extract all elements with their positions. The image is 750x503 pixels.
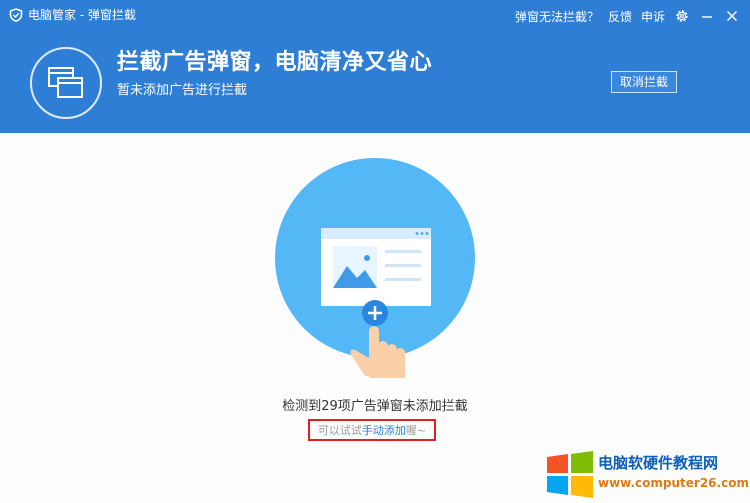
titlebar-actions: 弹窗无法拦截？ 反馈 申诉 bbox=[515, 6, 740, 26]
status-subline: 暂未添加广告进行拦截 bbox=[117, 83, 248, 98]
window-title: 电脑管家 - 弹窗拦截 bbox=[28, 8, 136, 22]
popup-window-badge-icon bbox=[30, 47, 102, 119]
hint-prefix: 可以试试 bbox=[317, 424, 362, 437]
hint-suffix: 喔~ bbox=[405, 424, 427, 437]
minimize-icon[interactable] bbox=[699, 8, 715, 24]
detection-message: 检测到29项广告弹窗未添加拦截 bbox=[282, 399, 468, 414]
watermark-title: 电脑软硬件教程网 bbox=[598, 454, 719, 472]
app-shield-logo-icon bbox=[9, 8, 23, 22]
manual-add-hint-highlight: 可以试试手动添加喔~ bbox=[308, 419, 436, 441]
settings-gear-icon[interactable] bbox=[674, 8, 690, 24]
report-link[interactable]: 申诉 bbox=[641, 8, 665, 25]
header-banner: 电脑管家 - 弹窗拦截 弹窗无法拦截？ 反馈 申诉 拦截广告弹窗，电脑清净又省心… bbox=[0, 0, 750, 133]
popup-blocker-window: 电脑管家 - 弹窗拦截 弹窗无法拦截？ 反馈 申诉 拦截广告弹窗，电脑清净又省心… bbox=[0, 0, 750, 503]
manual-add-link[interactable]: 手动添加 bbox=[362, 424, 406, 437]
headline: 拦截广告弹窗，电脑清净又省心 bbox=[117, 50, 433, 75]
cannot-block-help-link[interactable]: 弹窗无法拦截？ bbox=[515, 8, 599, 25]
site-watermark: 电脑软硬件教程网 www.computer26.com bbox=[542, 447, 750, 503]
close-icon[interactable] bbox=[724, 8, 740, 24]
windows-logo-icon bbox=[547, 451, 593, 498]
watermark-url: www.computer26.com bbox=[598, 476, 749, 490]
feedback-link[interactable]: 反馈 bbox=[608, 8, 632, 25]
cancel-blocking-button[interactable]: 取消拦截 bbox=[611, 71, 677, 93]
title-bar[interactable]: 电脑管家 - 弹窗拦截 弹窗无法拦截？ 反馈 申诉 bbox=[0, 0, 750, 30]
add-popup-illustration bbox=[275, 158, 475, 378]
manual-add-hint: 可以试试手动添加喔~ bbox=[310, 424, 434, 438]
